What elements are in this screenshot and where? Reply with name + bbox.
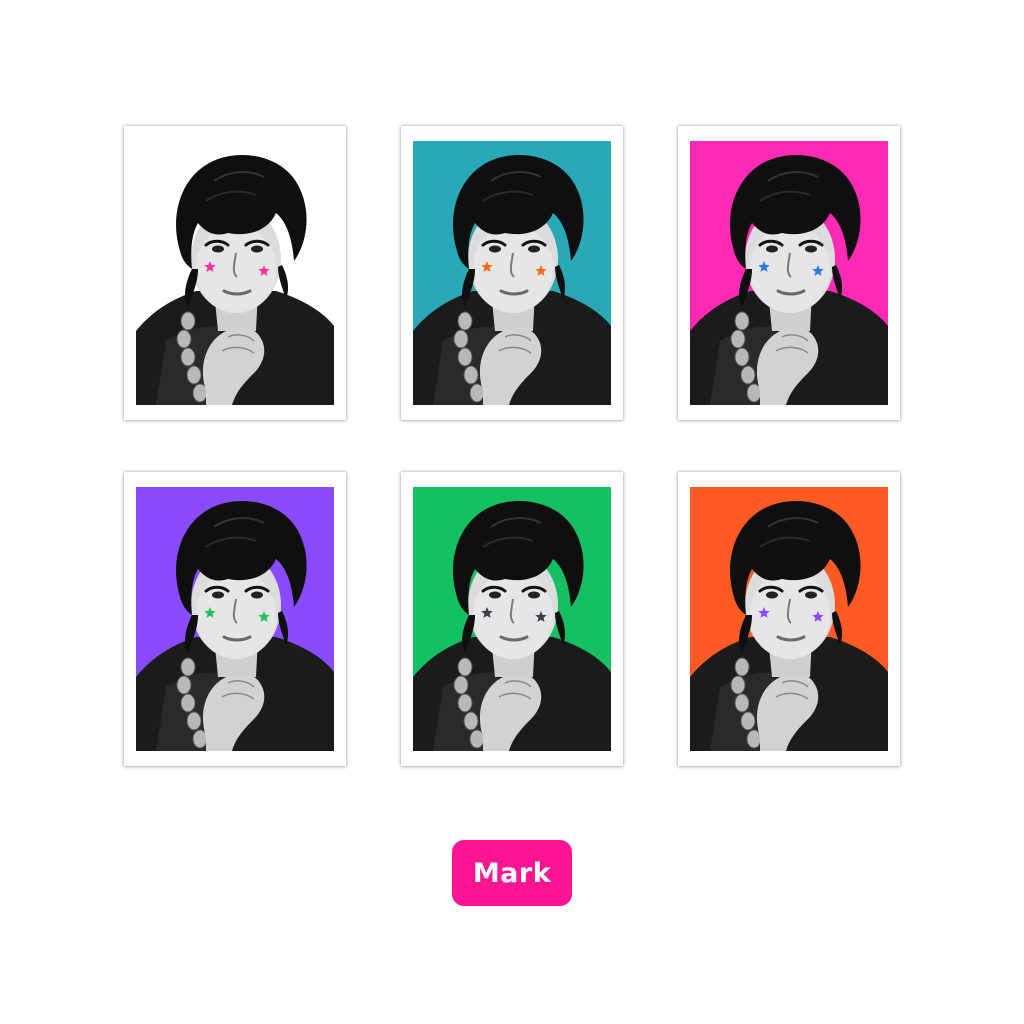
- portrait-photo: [690, 487, 888, 751]
- photo-card: [401, 126, 623, 420]
- name-label-text: Mark: [472, 857, 552, 889]
- portrait-photo: [413, 141, 611, 405]
- photo-card: [124, 472, 346, 766]
- portrait-photo: [136, 487, 334, 751]
- photo-card: [678, 126, 900, 420]
- photo-card: [124, 126, 346, 420]
- portrait-photo: [690, 141, 888, 405]
- name-label-badge: Mark: [452, 840, 572, 906]
- photo-card-grid: [124, 126, 900, 766]
- photo-card: [401, 472, 623, 766]
- portrait-photo: [136, 141, 334, 405]
- portrait-photo: [413, 487, 611, 751]
- photo-card: [678, 472, 900, 766]
